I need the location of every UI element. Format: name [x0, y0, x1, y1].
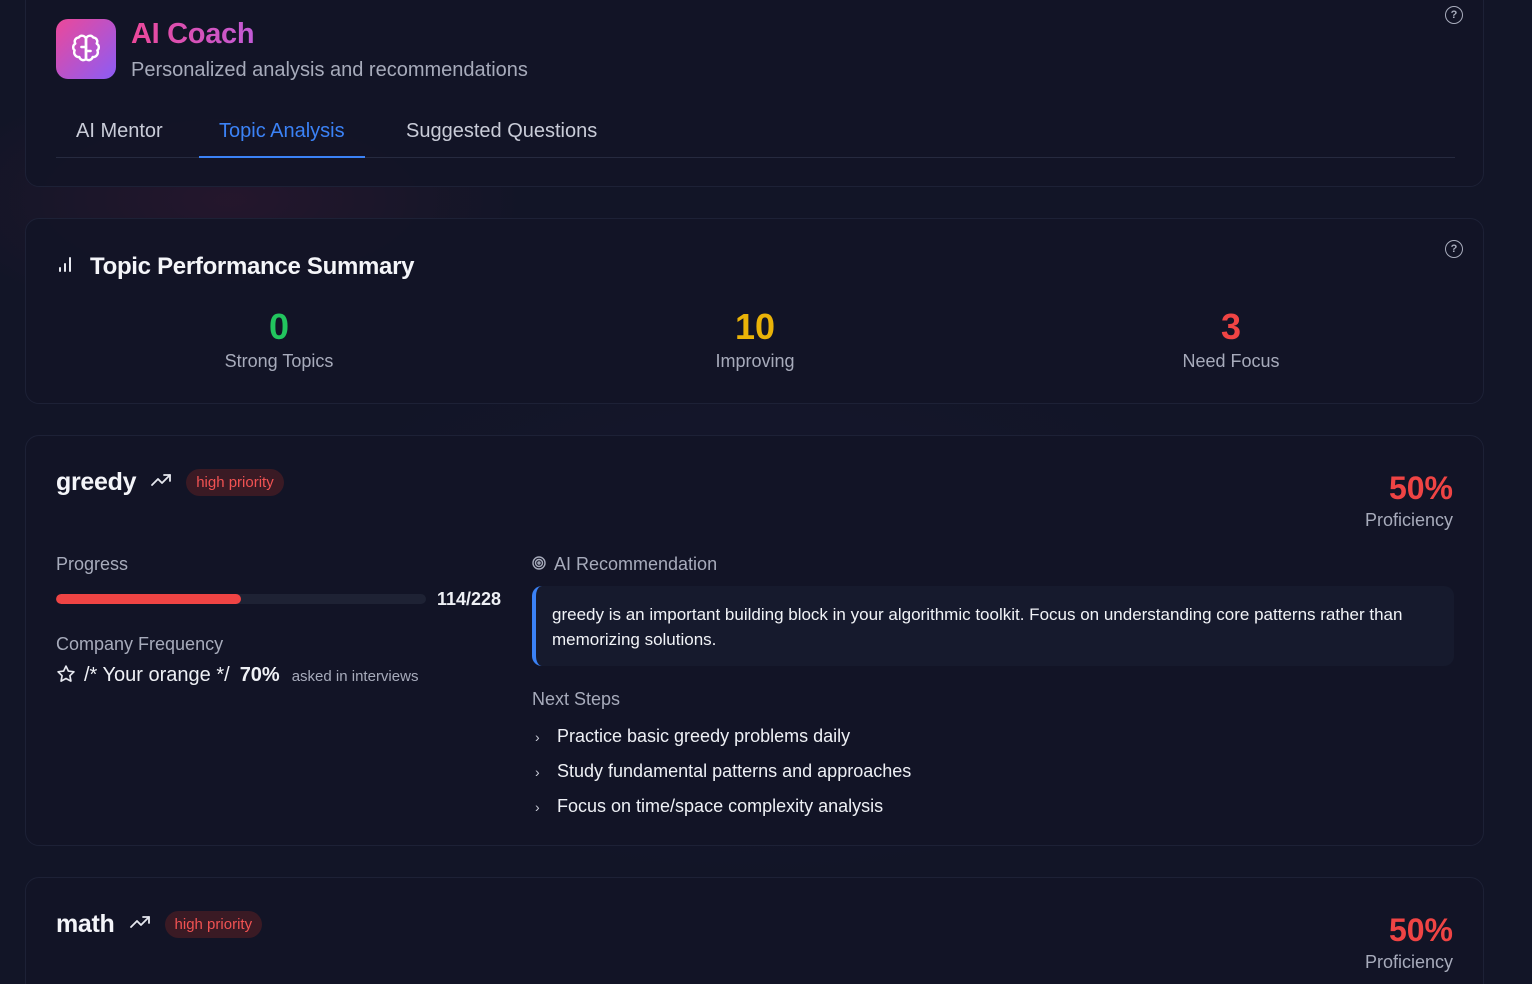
proficiency-label: Proficiency [1364, 510, 1453, 530]
proficiency: 50% Proficiency [1365, 910, 1453, 973]
topic-card-math: math high priority 50% Proficiency [25, 877, 1484, 984]
topic-card-greedy: greedy high priority 50% Proficiency Pro… [25, 435, 1484, 846]
topic-name: math [56, 910, 115, 938]
stat-value: 0 [268, 306, 290, 347]
list-item: › Practice basic greedy problems daily [532, 719, 911, 754]
trending-up-icon [150, 472, 172, 493]
trending-up-icon [129, 914, 151, 935]
summary-heading: Topic Performance Summary [56, 253, 414, 281]
next-steps-list: › Practice basic greedy problems daily ›… [532, 719, 911, 824]
tab-ai-mentor[interactable]: AI Mentor [56, 111, 183, 158]
proficiency: 50% Proficiency [1365, 468, 1453, 531]
star-icon [56, 664, 76, 689]
header-card: ? AI Coach Personalized analysis and rec… [25, 0, 1484, 187]
recommendation-label: AI Recommendation [554, 554, 718, 574]
topic-header: math high priority [56, 910, 263, 939]
priority-badge: high priority [186, 469, 284, 496]
stat-value: 10 [734, 306, 776, 347]
recommendation-heading: AI Recommendation [532, 554, 717, 575]
next-step-text: Practice basic greedy problems daily [557, 726, 851, 746]
proficiency-value: 50% [1388, 470, 1453, 506]
stat-label: Need Focus [1182, 351, 1280, 371]
tab-topic-analysis[interactable]: Topic Analysis [199, 111, 365, 158]
next-step-text: Focus on time/space complexity analysis [557, 796, 884, 816]
list-item: › Study fundamental patterns and approac… [532, 754, 911, 789]
proficiency-value: 50% [1388, 912, 1453, 948]
topic-name: greedy [56, 468, 137, 496]
proficiency-label: Proficiency [1364, 952, 1453, 972]
progress-count: 114/228 [437, 589, 502, 609]
help-icon[interactable]: ? [1445, 6, 1463, 24]
tab-suggested-questions[interactable]: Suggested Questions [386, 111, 617, 158]
summary-card: ? Topic Performance Summary 0 Strong Top… [25, 218, 1484, 404]
chevron-right-icon: › [535, 798, 540, 815]
summary-title: Topic Performance Summary [90, 253, 415, 280]
brain-icon [56, 19, 116, 79]
app-subtitle: Personalized analysis and recommendation… [131, 59, 528, 81]
stat-label: Improving [715, 351, 795, 371]
frequency-note: asked in interviews [291, 668, 419, 685]
frequency-label: Company Frequency [56, 634, 224, 654]
progress-label: Progress [56, 554, 129, 574]
progress-bar-fill [56, 594, 241, 604]
frequency-company: /* Your orange */ [84, 664, 230, 686]
priority-badge: high priority [164, 911, 263, 938]
list-item: › Focus on time/space complexity analysi… [532, 789, 911, 824]
chevron-right-icon: › [535, 763, 540, 780]
chevron-right-icon: › [535, 728, 540, 745]
stat-value: 3 [1220, 306, 1242, 347]
stat-need-focus: 3 Need Focus [1081, 305, 1381, 372]
bar-chart-icon [56, 253, 76, 281]
stat-label: Strong Topics [224, 351, 334, 371]
tab-bar: AI Mentor Topic Analysis Suggested Quest… [56, 111, 1455, 158]
target-icon [532, 554, 546, 575]
stat-improving: 10 Improving [605, 305, 905, 372]
recommendation-text: greedy is an important building block in… [532, 586, 1454, 666]
next-steps-label: Next Steps [532, 689, 621, 709]
topic-header: greedy high priority [56, 468, 284, 497]
next-step-text: Study fundamental patterns and approache… [557, 761, 912, 781]
stat-strong-topics: 0 Strong Topics [129, 305, 429, 372]
progress-bar [56, 594, 426, 604]
app-title: AI Coach [131, 18, 255, 50]
help-icon[interactable]: ? [1445, 240, 1463, 258]
frequency-percent: 70% [239, 664, 280, 686]
frequency-row: /* Your orange */ 70% asked in interview… [56, 664, 418, 689]
